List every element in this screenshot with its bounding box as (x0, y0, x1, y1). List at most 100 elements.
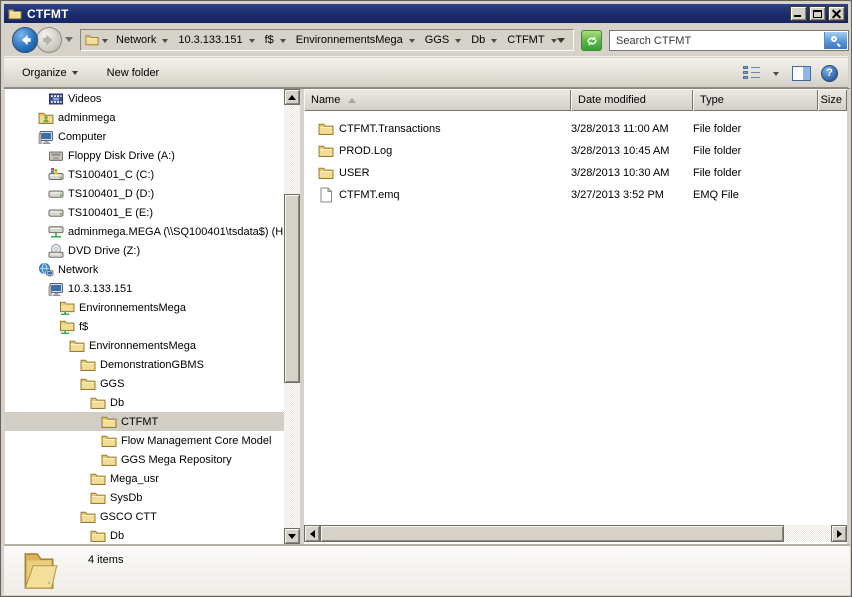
tree-item-gsco-ctt[interactable]: GSCO CTT (5, 507, 284, 526)
views-chevron-icon[interactable] (773, 72, 779, 79)
forward-button[interactable] (36, 27, 62, 53)
tree-item-dvd-z[interactable]: DVD Drive (Z:) (5, 241, 284, 260)
folder-icon (101, 414, 117, 430)
scrollbar-thumb[interactable] (320, 525, 784, 542)
file-list-horizontal-scrollbar[interactable] (304, 525, 847, 542)
chevron-down-icon[interactable] (249, 39, 255, 46)
file-icon (318, 187, 334, 203)
scroll-up-button[interactable] (284, 89, 300, 105)
scroll-left-button[interactable] (304, 525, 320, 542)
system-drive-icon (48, 167, 64, 183)
chevron-down-icon[interactable] (409, 39, 415, 46)
chevron-down-icon[interactable] (280, 39, 286, 46)
navigation-pane: Videos adminmega Computer Floppy Disk Dr… (5, 89, 284, 544)
new-folder-button[interactable]: New folder (99, 63, 168, 83)
scroll-down-button[interactable] (284, 528, 300, 544)
title-bar[interactable]: CTFMT (4, 4, 848, 23)
refresh-icon (585, 34, 599, 48)
column-header-date-modified[interactable]: Date modified (571, 89, 693, 111)
tree-item-drive-h[interactable]: adminmega.MEGA (\\SQ100401\tsdata$) (H:) (5, 222, 284, 241)
folder-icon (318, 165, 334, 181)
back-button[interactable] (12, 27, 38, 53)
tree-item-network[interactable]: Network (5, 260, 284, 279)
change-view-icon[interactable] (743, 66, 760, 80)
breadcrumb-item-db[interactable]: Db (466, 30, 502, 50)
tree-item-videos[interactable]: Videos (5, 89, 284, 108)
breadcrumb-item-ctfmt[interactable]: CTFMT (502, 30, 561, 50)
folder-icon (69, 338, 85, 354)
column-header-type[interactable]: Type (693, 89, 818, 111)
dvd-drive-icon (48, 243, 64, 259)
chevron-down-icon (72, 71, 78, 78)
tree-scrollbar[interactable] (284, 89, 300, 544)
explorer-window: CTFMT Network 10.3.133.151 f$ Environnem… (0, 0, 852, 597)
tree-item-host[interactable]: 10.3.133.151 (5, 279, 284, 298)
column-headers: Name Date modified Type Size (304, 89, 847, 111)
tree-item-drive-d[interactable]: TS100401_D (D:) (5, 184, 284, 203)
file-row-prod-log[interactable]: PROD.Log 3/28/2013 10:45 AM File folder (304, 140, 847, 162)
chevron-down-icon[interactable] (455, 39, 461, 46)
video-icon (48, 91, 64, 107)
chevron-down-icon[interactable] (102, 39, 108, 46)
tree-item-db[interactable]: Db (5, 393, 284, 412)
minimize-button[interactable] (790, 6, 807, 21)
breadcrumb[interactable]: Network 10.3.133.151 f$ EnvironnementsMe… (80, 29, 574, 51)
tree-item-flow-management-core-model[interactable]: Flow Management Core Model (5, 431, 284, 450)
tree-item-computer[interactable]: Computer (5, 127, 284, 146)
tree-item-f-share[interactable]: f$ (5, 317, 284, 336)
history-chevron-icon[interactable] (65, 37, 73, 46)
tree-item-ggs[interactable]: GGS (5, 374, 284, 393)
address-dropdown-icon[interactable] (557, 38, 565, 47)
tree-item-drive-c[interactable]: TS100401_C (C:) (5, 165, 284, 184)
tree-item-gsco-db[interactable]: Db (5, 526, 284, 544)
file-row-ctfmt-emq[interactable]: CTFMT.emq 3/27/2013 3:52 PM EMQ File (304, 184, 847, 206)
tree-item-ctfmt[interactable]: CTFMT (5, 412, 284, 431)
scroll-right-button[interactable] (831, 525, 847, 542)
folder-icon (80, 376, 96, 392)
search-box[interactable]: Search CTFMT (609, 30, 849, 51)
tree-item-ggs-mega-repository[interactable]: GGS Mega Repository (5, 450, 284, 469)
folder-icon (80, 357, 96, 373)
folder-icon (85, 33, 99, 47)
tree-item-adminmega[interactable]: adminmega (5, 108, 284, 127)
tree-item-environnementsmega-share[interactable]: EnvironnementsMega (5, 298, 284, 317)
window-title: CTFMT (27, 7, 69, 21)
back-arrow-icon (17, 32, 33, 48)
breadcrumb-item-ggs[interactable]: GGS (420, 30, 466, 50)
breadcrumb-item-host[interactable]: 10.3.133.151 (173, 30, 259, 50)
refresh-button[interactable] (581, 30, 602, 51)
forward-arrow-icon (41, 32, 57, 48)
breadcrumb-item-share[interactable]: f$ (260, 30, 291, 50)
breadcrumb-item-environnementsmega[interactable]: EnvironnementsMega (291, 30, 420, 50)
tree-item-demonstrationgbms[interactable]: DemonstrationGBMS (5, 355, 284, 374)
breadcrumb-item-network[interactable]: Network (111, 30, 173, 50)
chevron-down-icon[interactable] (551, 39, 557, 46)
column-header-size[interactable]: Size (818, 89, 847, 111)
tree-item-mega-usr[interactable]: Mega_usr (5, 469, 284, 488)
user-folder-icon (38, 110, 54, 126)
file-row-ctfmt-transactions[interactable]: CTFMT.Transactions 3/28/2013 11:00 AM Fi… (304, 118, 847, 140)
chevron-down-icon[interactable] (491, 39, 497, 46)
chevron-down-icon[interactable] (162, 39, 168, 46)
scrollbar-thumb[interactable] (284, 194, 300, 383)
network-drive-icon (48, 224, 64, 240)
maximize-button[interactable] (809, 6, 826, 21)
tree-item-environnementsmega[interactable]: EnvironnementsMega (5, 336, 284, 355)
tree-item-drive-e[interactable]: TS100401_E (E:) (5, 203, 284, 222)
folder-icon (101, 433, 117, 449)
help-icon[interactable]: ? (821, 65, 838, 82)
preview-pane-icon[interactable] (792, 66, 811, 81)
organize-button[interactable]: Organize (14, 63, 89, 83)
folder-icon (318, 121, 334, 137)
folder-open-icon (20, 549, 62, 593)
file-row-user[interactable]: USER 3/28/2013 10:30 AM File folder (304, 162, 847, 184)
shared-folder-icon (59, 300, 75, 316)
close-button[interactable] (828, 6, 845, 21)
search-button[interactable] (824, 32, 847, 49)
file-list-pane: Name Date modified Type Size CTFMT.Trans… (304, 89, 847, 544)
tree-item-sysdb[interactable]: SysDb (5, 488, 284, 507)
column-header-name[interactable]: Name (304, 89, 571, 111)
tree-item-floppy-a[interactable]: Floppy Disk Drive (A:) (5, 146, 284, 165)
computer-icon (38, 129, 54, 145)
sort-ascending-icon (348, 94, 356, 103)
